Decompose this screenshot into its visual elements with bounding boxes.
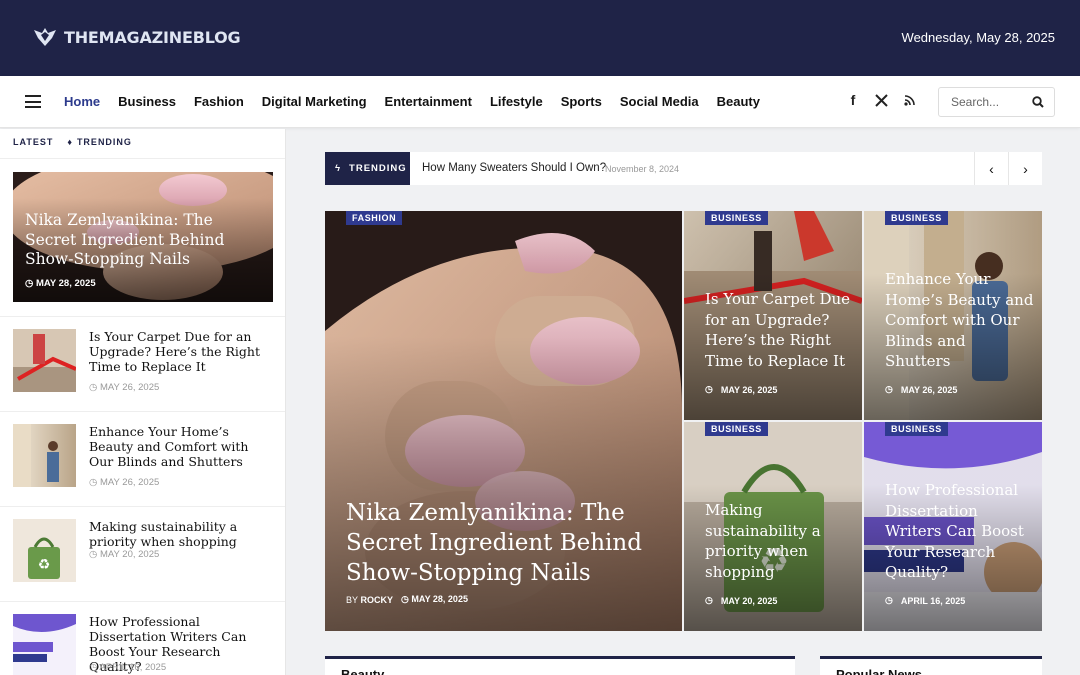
- category-badge[interactable]: BUSINESS: [705, 422, 768, 436]
- date-text: MAY 28, 2025: [35, 278, 96, 289]
- post-date: ◷ MAY 28, 2025: [401, 594, 468, 604]
- date-text: MAY 20, 2025: [720, 595, 778, 606]
- date-text: APRIL 16, 2025: [900, 595, 966, 606]
- date-text: MAY 28, 2025: [411, 594, 468, 604]
- grid-post-blinds[interactable]: BUSINESS Enhance Your Home’s Beauty and …: [864, 211, 1042, 420]
- category-badge[interactable]: FASHION: [346, 211, 403, 225]
- nav-item-sports[interactable]: Sports: [561, 94, 602, 109]
- sidebar-tabs: LATEST ♦ TRENDING: [13, 137, 132, 147]
- nav-item-digital-marketing[interactable]: Digital Marketing: [262, 94, 367, 109]
- list-item-date: ◷ MAY 26, 2025: [89, 477, 160, 488]
- list-item[interactable]: How Professional Dissertation Writers Ca…: [0, 601, 285, 675]
- byline: BY ROCKY: [346, 595, 393, 605]
- thumbnail: [13, 424, 76, 487]
- category-badge[interactable]: BUSINESS: [885, 422, 948, 436]
- search-input[interactable]: [939, 88, 1029, 116]
- trending-label-text: TRENDING: [349, 163, 407, 174]
- post-title[interactable]: Is Your Carpet Due for an Upgrade? Here’…: [705, 289, 855, 371]
- list-item-title[interactable]: Is Your Carpet Due for an Upgrade? Here’…: [89, 329, 274, 374]
- divider: [0, 158, 285, 159]
- list-item-date: ◷ APRIL 16, 2025: [89, 662, 167, 673]
- sidebar-featured-date: ◷ MAY 28, 2025: [25, 278, 96, 289]
- date-text: MAY 26, 2025: [99, 382, 160, 393]
- facebook-icon[interactable]: f: [846, 92, 860, 108]
- date-text: APRIL 16, 2025: [99, 662, 167, 673]
- trending-date: November 8, 2024: [605, 164, 680, 174]
- list-item-date: ◷ MAY 20, 2025: [89, 549, 160, 560]
- nav-menu: Home Business Fashion Digital Marketing …: [64, 94, 760, 109]
- logo-text: THEMAGAZINEBLOG: [64, 27, 241, 47]
- list-item-title[interactable]: Making sustainability a priority when sh…: [89, 519, 274, 549]
- featured-main-post[interactable]: FASHION Nika Zemlyanikina: The Secret In…: [325, 211, 682, 631]
- tab-trending[interactable]: ♦ TRENDING: [67, 137, 132, 147]
- trending-label: ϟ TRENDING: [325, 152, 410, 185]
- author-name[interactable]: ROCKY: [361, 595, 394, 605]
- section-beauty-header: Beauty: [325, 656, 795, 675]
- main-navbar: Home Business Fashion Digital Marketing …: [0, 76, 1080, 128]
- nav-item-beauty[interactable]: Beauty: [717, 94, 760, 109]
- search-icon[interactable]: [1032, 96, 1044, 108]
- nav-item-social-media[interactable]: Social Media: [620, 94, 699, 109]
- nav-item-entertainment[interactable]: Entertainment: [385, 94, 472, 109]
- x-icon[interactable]: [874, 92, 888, 108]
- bolt-icon: ϟ: [335, 163, 342, 174]
- post-date: ◷ MAY 26, 2025: [705, 384, 778, 395]
- grid-post-carpet[interactable]: BUSINESS Is Your Carpet Due for an Upgra…: [684, 211, 862, 420]
- site-logo[interactable]: THEMAGAZINEBLOG: [32, 26, 241, 48]
- list-item-title[interactable]: Enhance Your Home’s Beauty and Comfort w…: [89, 424, 274, 469]
- sidebar-featured-post[interactable]: Nika Zemlyanikina: The Secret Ingredient…: [13, 172, 273, 302]
- flame-icon: ♦: [67, 137, 73, 147]
- next-button[interactable]: ›: [1008, 152, 1042, 185]
- featured-main-title[interactable]: Nika Zemlyanikina: The Secret Ingredient…: [346, 498, 666, 588]
- thumbnail: ♻: [13, 519, 76, 582]
- post-title[interactable]: Enhance Your Home’s Beauty and Comfort w…: [885, 269, 1035, 372]
- date-text: MAY 26, 2025: [99, 477, 160, 488]
- menu-icon[interactable]: [25, 95, 41, 108]
- post-date: ◷ MAY 26, 2025: [885, 384, 958, 395]
- trending-headline[interactable]: How Many Sweaters Should I Own?: [422, 162, 606, 174]
- nav-item-home[interactable]: Home: [64, 94, 100, 109]
- list-item[interactable]: Enhance Your Home’s Beauty and Comfort w…: [0, 411, 285, 506]
- list-item[interactable]: ♻ Making sustainability a priority when …: [0, 506, 285, 601]
- header-date: Wednesday, May 28, 2025: [901, 30, 1055, 45]
- nav-item-fashion[interactable]: Fashion: [194, 94, 244, 109]
- search-box: [938, 87, 1055, 117]
- chevron-right-icon: ›: [1023, 160, 1028, 177]
- thumbnail: [13, 329, 76, 392]
- tab-trending-label: TRENDING: [76, 137, 132, 147]
- nav-item-lifestyle[interactable]: Lifestyle: [490, 94, 543, 109]
- section-popular-header: Popular News: [820, 656, 1042, 675]
- grid-post-dissertation[interactable]: BUSINESS How Professional Dissertation W…: [864, 422, 1042, 631]
- rss-icon[interactable]: [902, 92, 916, 108]
- post-title[interactable]: Making sustainability a priority when sh…: [705, 500, 855, 582]
- section-title[interactable]: Beauty: [341, 667, 384, 675]
- date-text: MAY 26, 2025: [900, 384, 958, 395]
- chevron-left-icon: ‹: [989, 160, 994, 177]
- date-text: MAY 20, 2025: [99, 549, 160, 560]
- tab-latest-label: LATEST: [13, 137, 54, 147]
- post-date: ◷ MAY 20, 2025: [705, 595, 778, 606]
- tab-latest[interactable]: LATEST: [13, 137, 53, 147]
- post-meta: BY ROCKY ◷ MAY 28, 2025: [346, 594, 468, 605]
- svg-text:♻: ♻: [38, 556, 51, 572]
- by-text: BY: [346, 594, 359, 605]
- social-links: f: [846, 92, 916, 108]
- post-title[interactable]: How Professional Dissertation Writers Ca…: [885, 480, 1035, 583]
- trending-ticker: ϟ TRENDING How Many Sweaters Should I Ow…: [325, 152, 1042, 185]
- sidebar-featured-title[interactable]: Nika Zemlyanikina: The Secret Ingredient…: [25, 211, 265, 270]
- post-date: ◷ APRIL 16, 2025: [885, 595, 966, 606]
- category-badge[interactable]: BUSINESS: [885, 211, 948, 225]
- category-badge[interactable]: BUSINESS: [705, 211, 768, 225]
- list-item[interactable]: Is Your Carpet Due for an Upgrade? Here’…: [0, 316, 285, 411]
- top-header: THEMAGAZINEBLOG Wednesday, May 28, 2025: [0, 0, 1080, 76]
- thumbnail: [13, 614, 76, 675]
- logo-icon: [34, 28, 56, 46]
- left-sidebar: LATEST ♦ TRENDING Nika Zemlyanikina: The …: [0, 129, 286, 675]
- nav-item-business[interactable]: Business: [118, 94, 176, 109]
- grid-post-sustainability[interactable]: ♻ BUSINESS Making sustainability a prior…: [684, 422, 862, 631]
- list-item-date: ◷ MAY 26, 2025: [89, 382, 160, 393]
- date-text: MAY 26, 2025: [720, 384, 778, 395]
- prev-button[interactable]: ‹: [974, 152, 1008, 185]
- section-title[interactable]: Popular News: [836, 667, 922, 675]
